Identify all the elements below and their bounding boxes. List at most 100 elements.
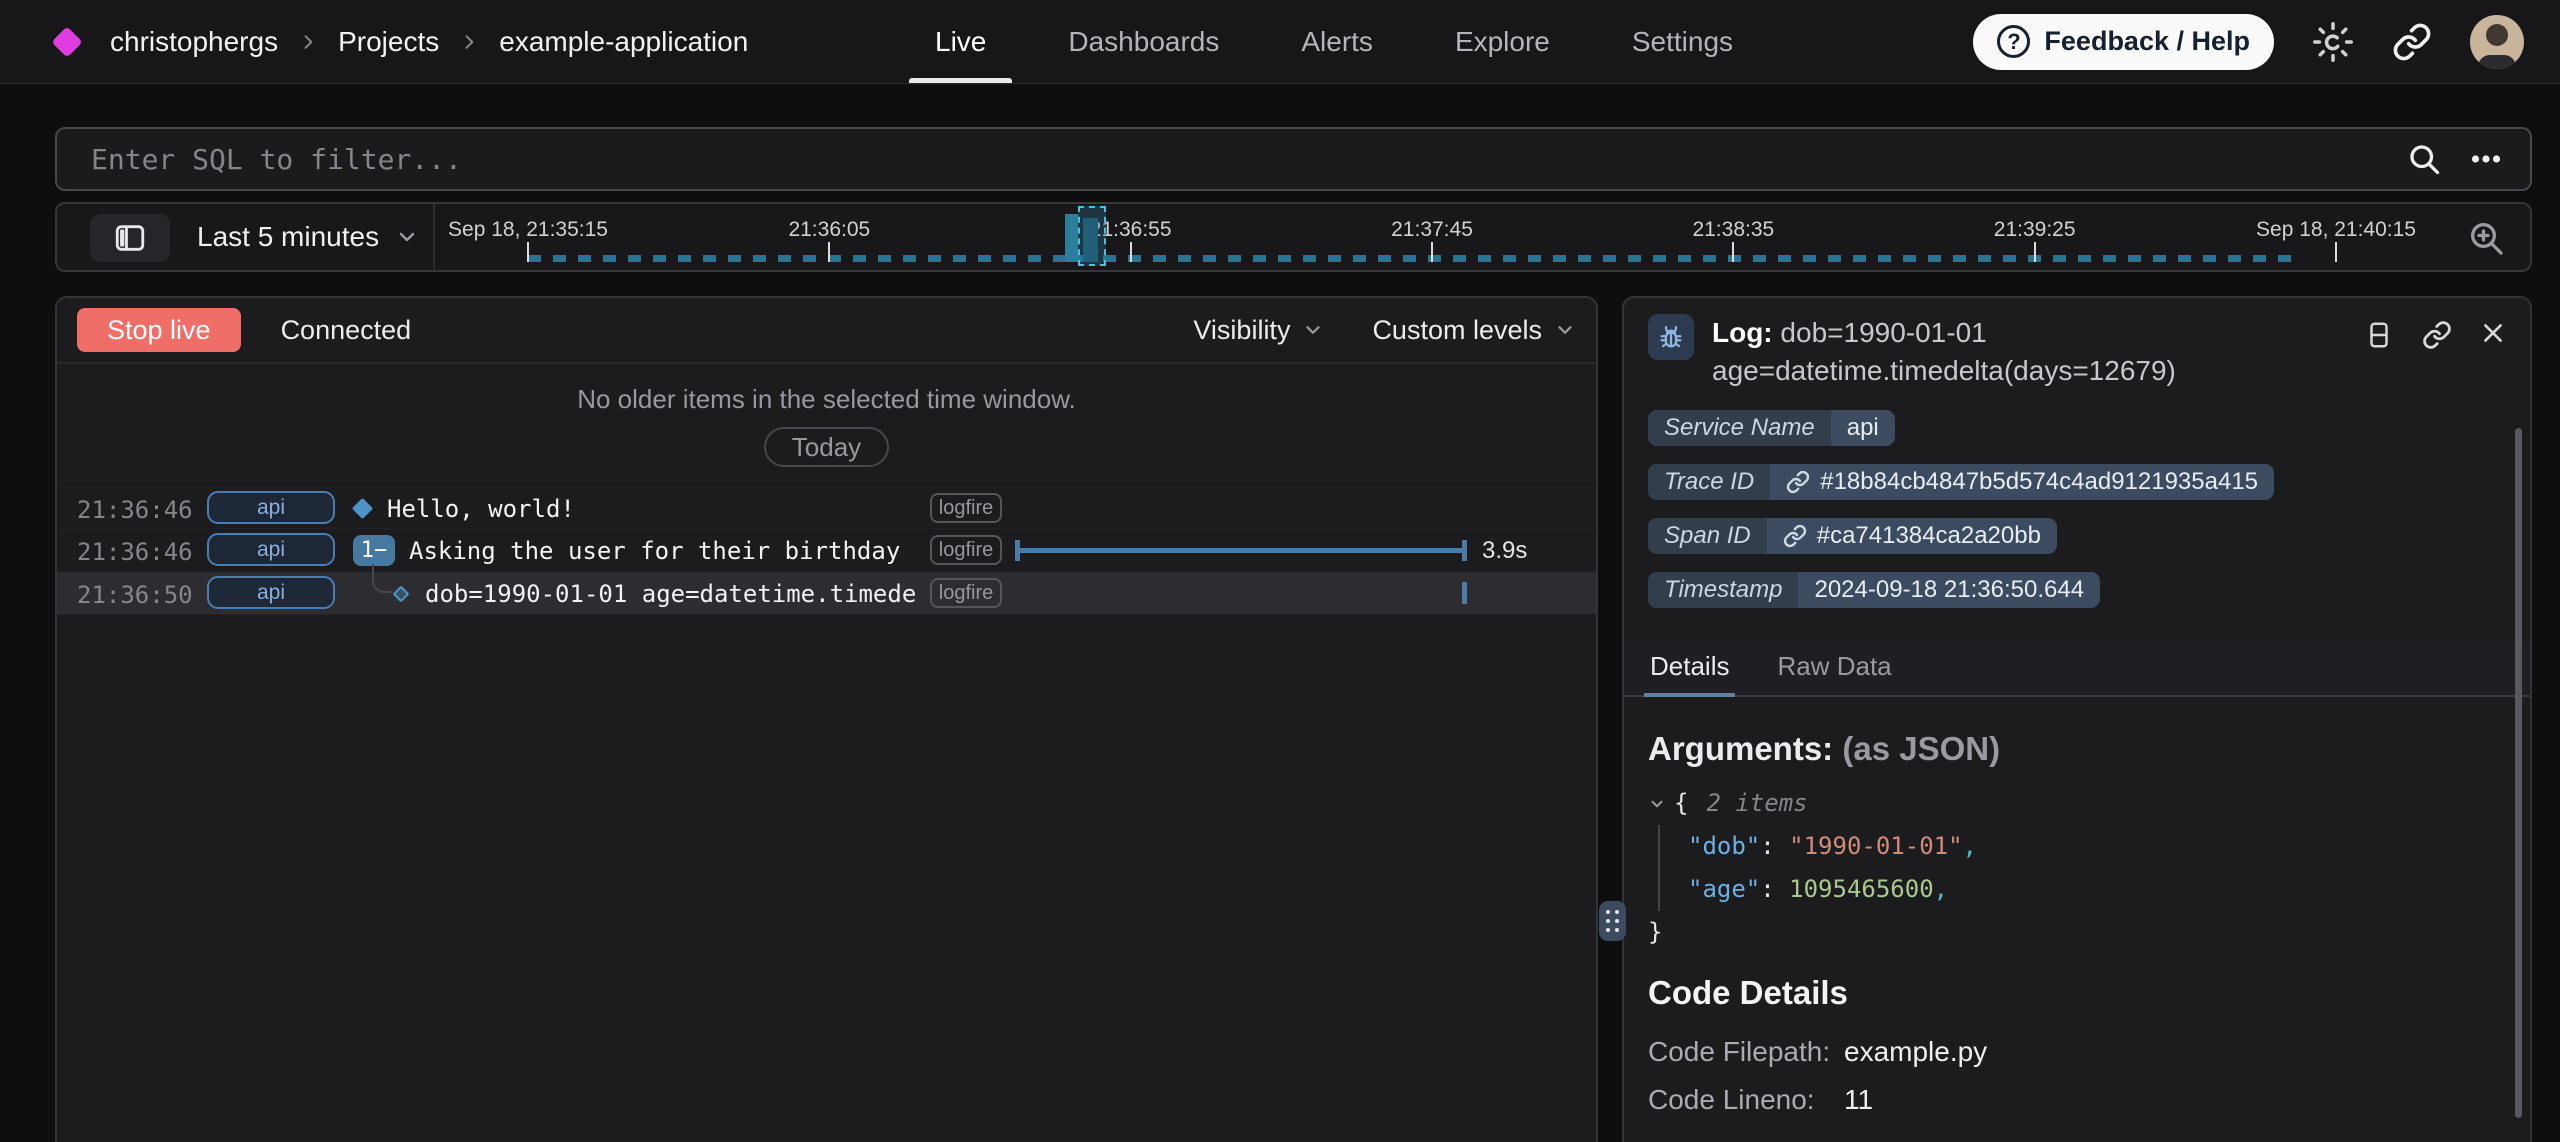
tab-alerts[interactable]: Alerts: [1301, 0, 1373, 83]
sql-filter-bar: [55, 127, 2532, 191]
split-view-icon[interactable]: [2364, 320, 2394, 350]
log-row-dob-selected[interactable]: 21:36:50 api dob=1990-01-01 age=datetime…: [57, 572, 1596, 615]
breadcrumb: christophergs Projects example-applicati…: [110, 26, 748, 58]
span-duration-bar: [1015, 548, 1467, 553]
span-duration-label: 3.9s: [1482, 537, 1527, 565]
service-badge[interactable]: api: [207, 491, 335, 524]
attr-value: api: [1831, 410, 1895, 446]
logfire-logo-icon[interactable]: [51, 26, 82, 57]
tab-settings[interactable]: Settings: [1632, 0, 1733, 83]
log-diamond-icon: [352, 498, 373, 519]
breadcrumb-projects[interactable]: Projects: [338, 26, 439, 58]
sidebar-toggle-button[interactable]: [90, 214, 170, 262]
share-link-icon[interactable]: [2392, 22, 2432, 62]
stop-live-button[interactable]: Stop live: [77, 308, 241, 352]
breadcrumb-org[interactable]: christophergs: [110, 26, 278, 58]
theme-toggle-icon[interactable]: [2312, 21, 2354, 63]
log-row-asking-birthday[interactable]: 21:36:46 api 1− Asking the user for thei…: [57, 529, 1596, 572]
timeline-tick-label: 21:39:25: [1994, 218, 2076, 242]
search-icon[interactable]: [2406, 141, 2442, 177]
logfire-tag[interactable]: logfire: [930, 578, 1002, 608]
tab-details[interactable]: Details: [1648, 641, 1731, 695]
permalink-icon[interactable]: [2422, 320, 2452, 350]
log-row-hello-world[interactable]: 21:36:46 api Hello, world! logfire: [57, 486, 1596, 529]
attr-label: Service Name: [1648, 410, 1831, 446]
log-diamond-icon: [393, 586, 410, 603]
log-timestamp: 21:36:46: [77, 496, 193, 524]
link-icon: [1786, 470, 1810, 494]
chevron-right-icon: [298, 32, 318, 52]
timeline-tick-mark: [1431, 242, 1433, 262]
user-avatar[interactable]: [2470, 15, 2524, 69]
tab-live[interactable]: Live: [935, 0, 986, 83]
tab-dashboards[interactable]: Dashboards: [1068, 0, 1219, 83]
empty-window-block: No older items in the selected time wind…: [57, 384, 1596, 467]
time-range-label: Last 5 minutes: [197, 221, 379, 253]
log-message: Hello, world!: [387, 495, 927, 523]
tab-raw-data[interactable]: Raw Data: [1775, 641, 1893, 695]
service-badge[interactable]: api: [207, 533, 335, 566]
detail-title: Log: dob=1990-01-01 age=datetime.timedel…: [1712, 314, 2252, 390]
attr-label: Timestamp: [1648, 572, 1798, 608]
log-detail-panel: Log: dob=1990-01-01 age=datetime.timedel…: [1622, 296, 2532, 1142]
close-icon[interactable]: [2480, 320, 2506, 346]
top-navbar: christophergs Projects example-applicati…: [0, 0, 2560, 84]
attr-value: #ca741384ca2a20bb: [1817, 522, 2041, 550]
service-badge[interactable]: api: [207, 576, 335, 609]
attr-trace-id[interactable]: Trace ID #18b84cb4847b5d574c4ad9121935a4…: [1648, 464, 2274, 500]
timeline-bar: Last 5 minutes Sep 18, 21:35:15 21:36:05…: [55, 202, 2532, 272]
json-open-brace: {: [1674, 782, 1688, 825]
today-button[interactable]: Today: [764, 427, 889, 467]
visibility-dropdown[interactable]: Visibility: [1193, 315, 1324, 346]
detail-header: Log: dob=1990-01-01 age=datetime.timedel…: [1624, 298, 2530, 390]
bug-icon: [1648, 314, 1694, 360]
logfire-tag[interactable]: logfire: [930, 493, 1002, 523]
panel-resize-handle[interactable]: [1599, 901, 1626, 941]
timeline-track[interactable]: Sep 18, 21:35:15 21:36:05 21:36:55 21:37…: [528, 204, 2336, 270]
time-range-selector[interactable]: Last 5 minutes: [197, 204, 419, 270]
code-details-heading: Code Details: [1648, 974, 2506, 1012]
log-message: dob=1990-01-01 age=datetime.timede: [425, 580, 925, 608]
custom-levels-dropdown[interactable]: Custom levels: [1372, 315, 1576, 346]
logfire-live-view: christophergs Projects example-applicati…: [0, 0, 2560, 1142]
timeline-tick-mark: [2034, 242, 2036, 262]
attr-span-id[interactable]: Span ID #ca741384ca2a20bb: [1648, 518, 2057, 554]
timeline-tick-mark: [1732, 242, 1734, 262]
attr-service-name: Service Name api: [1648, 410, 1895, 446]
empty-window-notice: No older items in the selected time wind…: [57, 384, 1596, 415]
feedback-help-button[interactable]: ? Feedback / Help: [1973, 14, 2274, 70]
detail-scrollbar[interactable]: [2515, 428, 2522, 1118]
json-entry-dob: "dob": "1990-01-01",: [1688, 825, 2506, 868]
arguments-suffix: (as JSON): [1842, 730, 2000, 767]
log-timestamp: 21:36:50: [77, 581, 193, 609]
breadcrumb-project-name[interactable]: example-application: [499, 26, 748, 58]
zoom-in-icon[interactable]: [2466, 218, 2506, 258]
attr-value: #18b84cb4847b5d574c4ad9121935a415: [1820, 468, 2258, 496]
sql-filter-input[interactable]: [83, 143, 2406, 176]
tab-explore[interactable]: Explore: [1455, 0, 1550, 83]
attr-label: Span ID: [1648, 518, 1767, 554]
collapse-children-badge[interactable]: 1−: [353, 535, 395, 566]
more-options-icon[interactable]: [2468, 141, 2504, 177]
timeline-tick-mark: [828, 242, 830, 262]
collapse-chevron-icon[interactable]: [1648, 795, 1666, 813]
timeline-activity-bar: [1065, 214, 1078, 262]
chevron-down-icon: [1554, 319, 1576, 341]
detail-attributes: Service Name api Trace ID #18b84cb4847b5…: [1624, 410, 2530, 608]
link-icon: [1783, 524, 1807, 548]
feedback-help-label: Feedback / Help: [2044, 26, 2250, 57]
timeline-tick-mark: [527, 242, 529, 262]
logfire-tag[interactable]: logfire: [930, 535, 1002, 565]
code-lineno-label: Code Lineno:: [1648, 1084, 1844, 1116]
timeline-activity-dashes: [528, 255, 2292, 262]
timeline-divider: [433, 204, 435, 270]
code-details-section: Code Details Code Filepath: example.py C…: [1624, 974, 2530, 1116]
timeline-tick-label: Sep 18, 21:40:15: [2256, 218, 2416, 242]
timeline-tick-label: 21:36:05: [788, 218, 870, 242]
timeline-selection-brush[interactable]: [1078, 206, 1106, 266]
detail-tabs: Details Raw Data: [1624, 641, 2530, 697]
code-filepath-value: example.py: [1844, 1036, 2506, 1068]
live-logs-panel: Stop live Connected Visibility Custom le…: [55, 296, 1598, 1142]
main-nav-tabs: Live Dashboards Alerts Explore Settings: [935, 0, 1733, 83]
attr-label: Trace ID: [1648, 464, 1770, 500]
